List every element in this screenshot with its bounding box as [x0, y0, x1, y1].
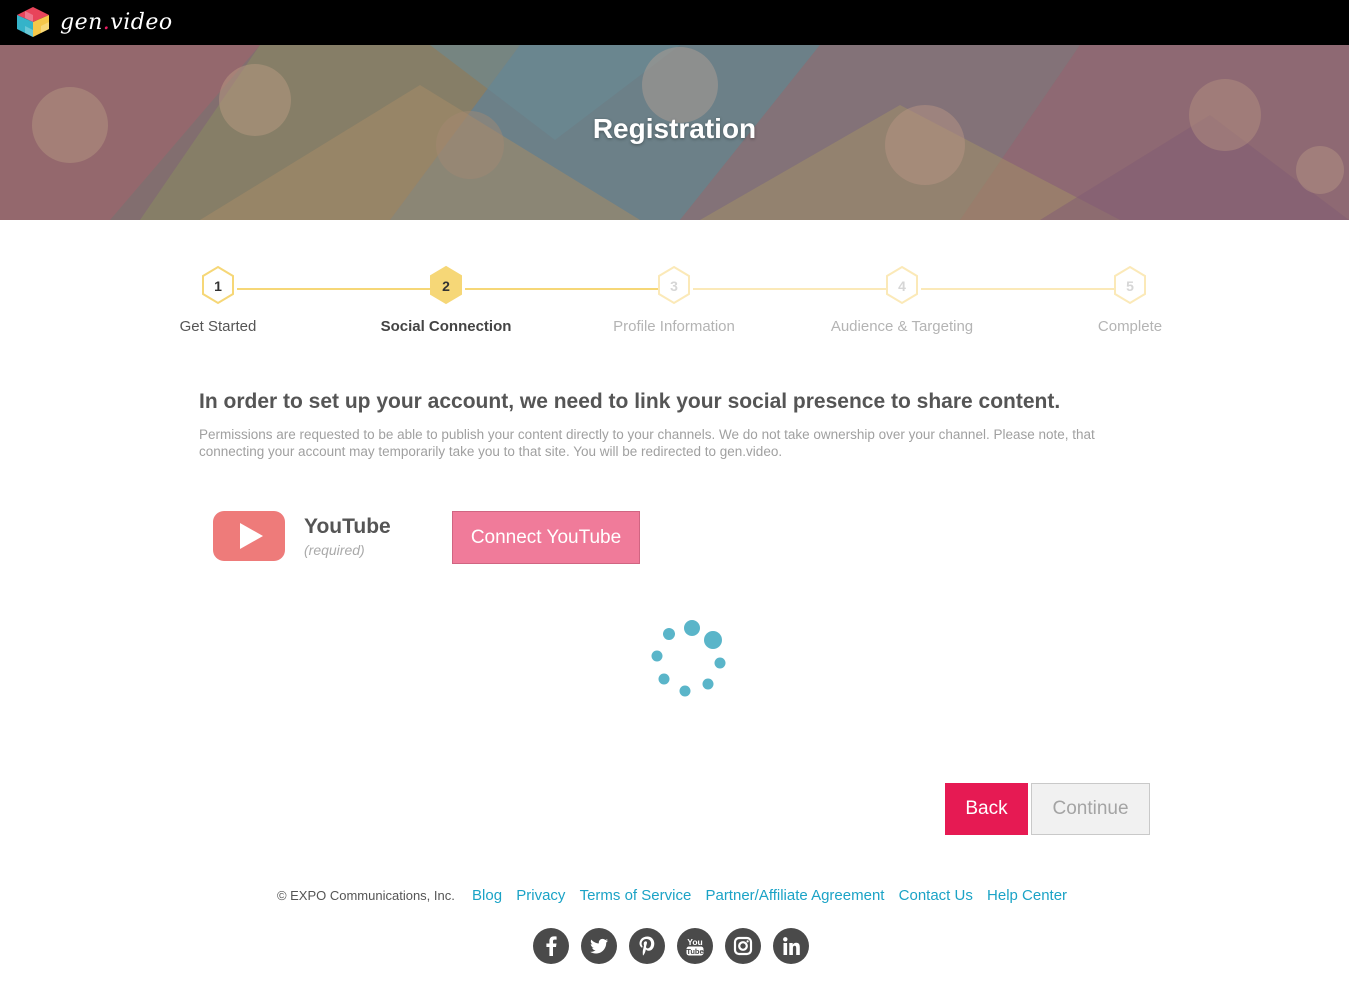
pinterest-icon[interactable] — [629, 928, 665, 964]
step-profile-information[interactable]: 3 Profile Information — [574, 265, 774, 335]
copyright-text: © EXPO Communications, Inc. — [276, 888, 455, 903]
step-label: Profile Information — [613, 318, 735, 335]
back-button[interactable]: Back — [945, 783, 1028, 835]
footer-link-partner-agreement[interactable]: Partner/Affiliate Agreement — [705, 887, 884, 904]
step-complete[interactable]: 5 Complete — [1030, 265, 1230, 335]
step-hexagon: 5 — [1112, 265, 1148, 305]
logo-cube-icon — [17, 7, 49, 37]
footer-link-blog[interactable]: Blog — [472, 887, 502, 904]
instagram-icon[interactable] — [725, 928, 761, 964]
step-social-connection[interactable]: 2 Social Connection — [346, 265, 546, 335]
step-audience-targeting[interactable]: 4 Audience & Targeting — [802, 265, 1002, 335]
footer-link-terms[interactable]: Terms of Service — [580, 887, 692, 904]
step-label: Audience & Targeting — [830, 318, 974, 335]
page-title: Registration — [592, 113, 757, 144]
facebook-icon[interactable] — [533, 928, 569, 964]
section-heading: In order to set up your account, we need… — [199, 390, 1061, 413]
social-links: You Tube — [533, 928, 809, 964]
step-get-started[interactable]: 1 Get Started — [118, 265, 318, 335]
footer-link-contact[interactable]: Contact Us — [899, 887, 973, 904]
continue-button[interactable]: Continue — [1031, 783, 1150, 835]
svg-text:Tube: Tube — [686, 947, 703, 956]
step-label: Complete — [1097, 318, 1163, 335]
footer-link-privacy[interactable]: Privacy — [516, 887, 565, 904]
step-number: 3 — [670, 278, 678, 294]
step-number: 2 — [442, 278, 450, 294]
step-number: 5 — [1126, 278, 1134, 294]
step-label: Social Connection — [380, 318, 512, 335]
svg-text:You: You — [687, 937, 702, 947]
logo-wordmark: gen.video — [60, 9, 173, 35]
twitter-icon[interactable] — [581, 928, 617, 964]
step-number: 1 — [214, 278, 222, 294]
registration-stepper: 1 Get Started 2 Social Connection 3 Prof… — [160, 265, 1190, 345]
youtube-service-name: YouTube — [304, 515, 391, 538]
step-hexagon: 2 — [428, 265, 464, 305]
youtube-logo-icon — [213, 511, 285, 561]
step-label: Get Started — [179, 318, 257, 335]
loading-spinner-icon — [651, 620, 726, 697]
footer-link-help-center[interactable]: Help Center — [987, 887, 1067, 904]
logo[interactable]: gen.video — [16, 6, 173, 38]
youtube-icon[interactable]: You Tube — [677, 928, 713, 964]
linkedin-icon[interactable] — [773, 928, 809, 964]
required-label: (required) — [304, 542, 365, 558]
permissions-note: Permissions are requested to be able to … — [199, 427, 1095, 459]
step-hexagon: 3 — [656, 265, 692, 305]
step-hexagon: 4 — [884, 265, 920, 305]
hero-banner: Registration — [0, 45, 1349, 220]
footer: © EXPO Communications, Inc. Blog Privacy… — [0, 887, 1349, 904]
step-number: 4 — [898, 278, 906, 294]
top-bar: gen.video — [0, 0, 1349, 45]
connect-youtube-button[interactable]: Connect YouTube — [452, 511, 640, 564]
step-hexagon: 1 — [200, 265, 236, 305]
